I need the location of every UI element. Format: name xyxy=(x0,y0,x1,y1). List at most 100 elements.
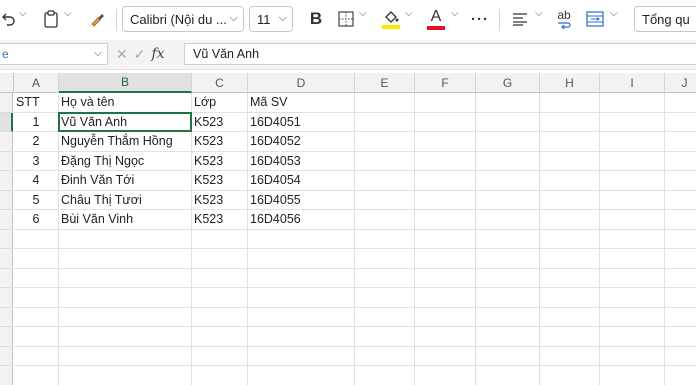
cell[interactable] xyxy=(476,346,540,366)
cell[interactable] xyxy=(600,366,665,385)
cell[interactable] xyxy=(540,346,600,366)
cell[interactable] xyxy=(355,93,415,113)
cell[interactable] xyxy=(192,327,248,347)
data-cell[interactable]: 1 xyxy=(14,112,59,132)
row-header[interactable] xyxy=(0,112,13,132)
cell[interactable] xyxy=(476,171,540,191)
data-cell[interactable]: Châu Thị Tươi xyxy=(59,190,192,210)
cell[interactable] xyxy=(540,190,600,210)
cell[interactable] xyxy=(14,366,59,385)
borders-chevron-icon[interactable]: ⌵ xyxy=(359,8,367,19)
data-cell[interactable]: 5 xyxy=(14,190,59,210)
cell[interactable] xyxy=(600,151,665,171)
column-header-e[interactable]: E xyxy=(355,73,415,93)
cell[interactable] xyxy=(665,288,696,308)
data-cell[interactable]: 6 xyxy=(14,210,59,230)
cell[interactable] xyxy=(415,268,476,288)
cell[interactable] xyxy=(355,307,415,327)
cell[interactable] xyxy=(665,308,696,327)
data-cell[interactable]: Đặng Thị Ngọc xyxy=(59,151,192,171)
cell[interactable] xyxy=(59,307,192,327)
cancel-icon[interactable]: ✕ xyxy=(116,46,128,63)
header-cell[interactable]: STT xyxy=(14,93,59,113)
cell[interactable] xyxy=(540,268,600,288)
cell[interactable] xyxy=(355,151,415,171)
row-header[interactable] xyxy=(0,366,13,385)
cell[interactable] xyxy=(355,366,415,385)
cell[interactable] xyxy=(476,288,540,308)
cell[interactable] xyxy=(59,327,192,347)
cell[interactable] xyxy=(248,307,355,327)
row-header[interactable] xyxy=(0,132,13,152)
data-cell[interactable]: 16D4054 xyxy=(248,171,355,191)
cell[interactable] xyxy=(415,229,476,249)
cell[interactable] xyxy=(415,132,476,152)
cell[interactable] xyxy=(665,347,696,366)
cell[interactable] xyxy=(540,132,600,152)
cell[interactable] xyxy=(476,327,540,347)
cell[interactable] xyxy=(476,151,540,171)
cell[interactable] xyxy=(59,268,192,288)
data-cell[interactable]: Đinh Văn Tới xyxy=(59,171,192,191)
data-cell[interactable]: K523 xyxy=(192,171,248,191)
header-cell[interactable]: Lớp xyxy=(192,93,248,113)
data-cell[interactable]: Nguyễn Thắm Hồng xyxy=(59,132,192,152)
cell[interactable] xyxy=(665,132,696,152)
cell[interactable] xyxy=(248,249,355,269)
row-header[interactable] xyxy=(0,93,13,113)
cell[interactable] xyxy=(476,307,540,327)
cell[interactable] xyxy=(540,112,600,132)
cell[interactable] xyxy=(665,269,696,288)
cell[interactable] xyxy=(665,249,696,269)
cell[interactable] xyxy=(415,190,476,210)
cell[interactable] xyxy=(600,93,665,113)
cell[interactable] xyxy=(248,288,355,308)
formula-input[interactable]: Vũ Văn Anh xyxy=(184,43,696,65)
cell[interactable] xyxy=(248,229,355,249)
name-box[interactable]: e ⌵ xyxy=(0,43,108,65)
undo-button[interactable] xyxy=(0,6,18,32)
fill-color-button[interactable] xyxy=(380,6,402,32)
cell[interactable] xyxy=(600,112,665,132)
cell[interactable] xyxy=(476,210,540,230)
cell[interactable] xyxy=(355,268,415,288)
cell[interactable] xyxy=(600,346,665,366)
column-header-i[interactable]: I xyxy=(600,73,665,93)
cell[interactable] xyxy=(355,132,415,152)
cell[interactable] xyxy=(192,288,248,308)
cell[interactable] xyxy=(355,327,415,347)
cell[interactable] xyxy=(415,307,476,327)
data-cell[interactable]: Bùi Văn Vinh xyxy=(59,210,192,230)
cell[interactable] xyxy=(540,366,600,385)
column-header-d[interactable]: D xyxy=(248,73,355,93)
format-painter-button[interactable] xyxy=(87,6,109,32)
column-header-a[interactable]: A xyxy=(14,73,59,93)
data-cell[interactable]: K523 xyxy=(192,210,248,230)
cell[interactable] xyxy=(600,327,665,347)
cell[interactable] xyxy=(14,307,59,327)
column-header-g[interactable]: G xyxy=(476,73,540,93)
data-cell[interactable]: 4 xyxy=(14,171,59,191)
row-header[interactable] xyxy=(0,210,13,230)
cell[interactable] xyxy=(415,210,476,230)
data-cell[interactable]: Vũ Văn Anh xyxy=(59,112,192,132)
column-header-b[interactable]: B xyxy=(59,73,192,93)
cell[interactable] xyxy=(248,366,355,385)
row-header[interactable] xyxy=(0,346,13,366)
enter-icon[interactable]: ✓ xyxy=(134,46,146,63)
paste-button[interactable] xyxy=(40,6,62,32)
cell[interactable] xyxy=(665,366,696,385)
cell[interactable] xyxy=(540,229,600,249)
font-color-chevron-icon[interactable]: ⌵ xyxy=(451,8,459,19)
cell[interactable] xyxy=(59,346,192,366)
cell[interactable] xyxy=(355,346,415,366)
cell[interactable] xyxy=(600,307,665,327)
cell[interactable] xyxy=(665,327,696,347)
cell[interactable] xyxy=(415,249,476,269)
cell[interactable] xyxy=(540,171,600,191)
cell[interactable] xyxy=(665,152,696,171)
undo-chevron-icon[interactable]: ⌵ xyxy=(19,8,27,19)
cell[interactable] xyxy=(415,346,476,366)
more-options-button[interactable]: ··· xyxy=(469,6,491,32)
autosum-button[interactable]: Tổng qu xyxy=(634,6,696,32)
